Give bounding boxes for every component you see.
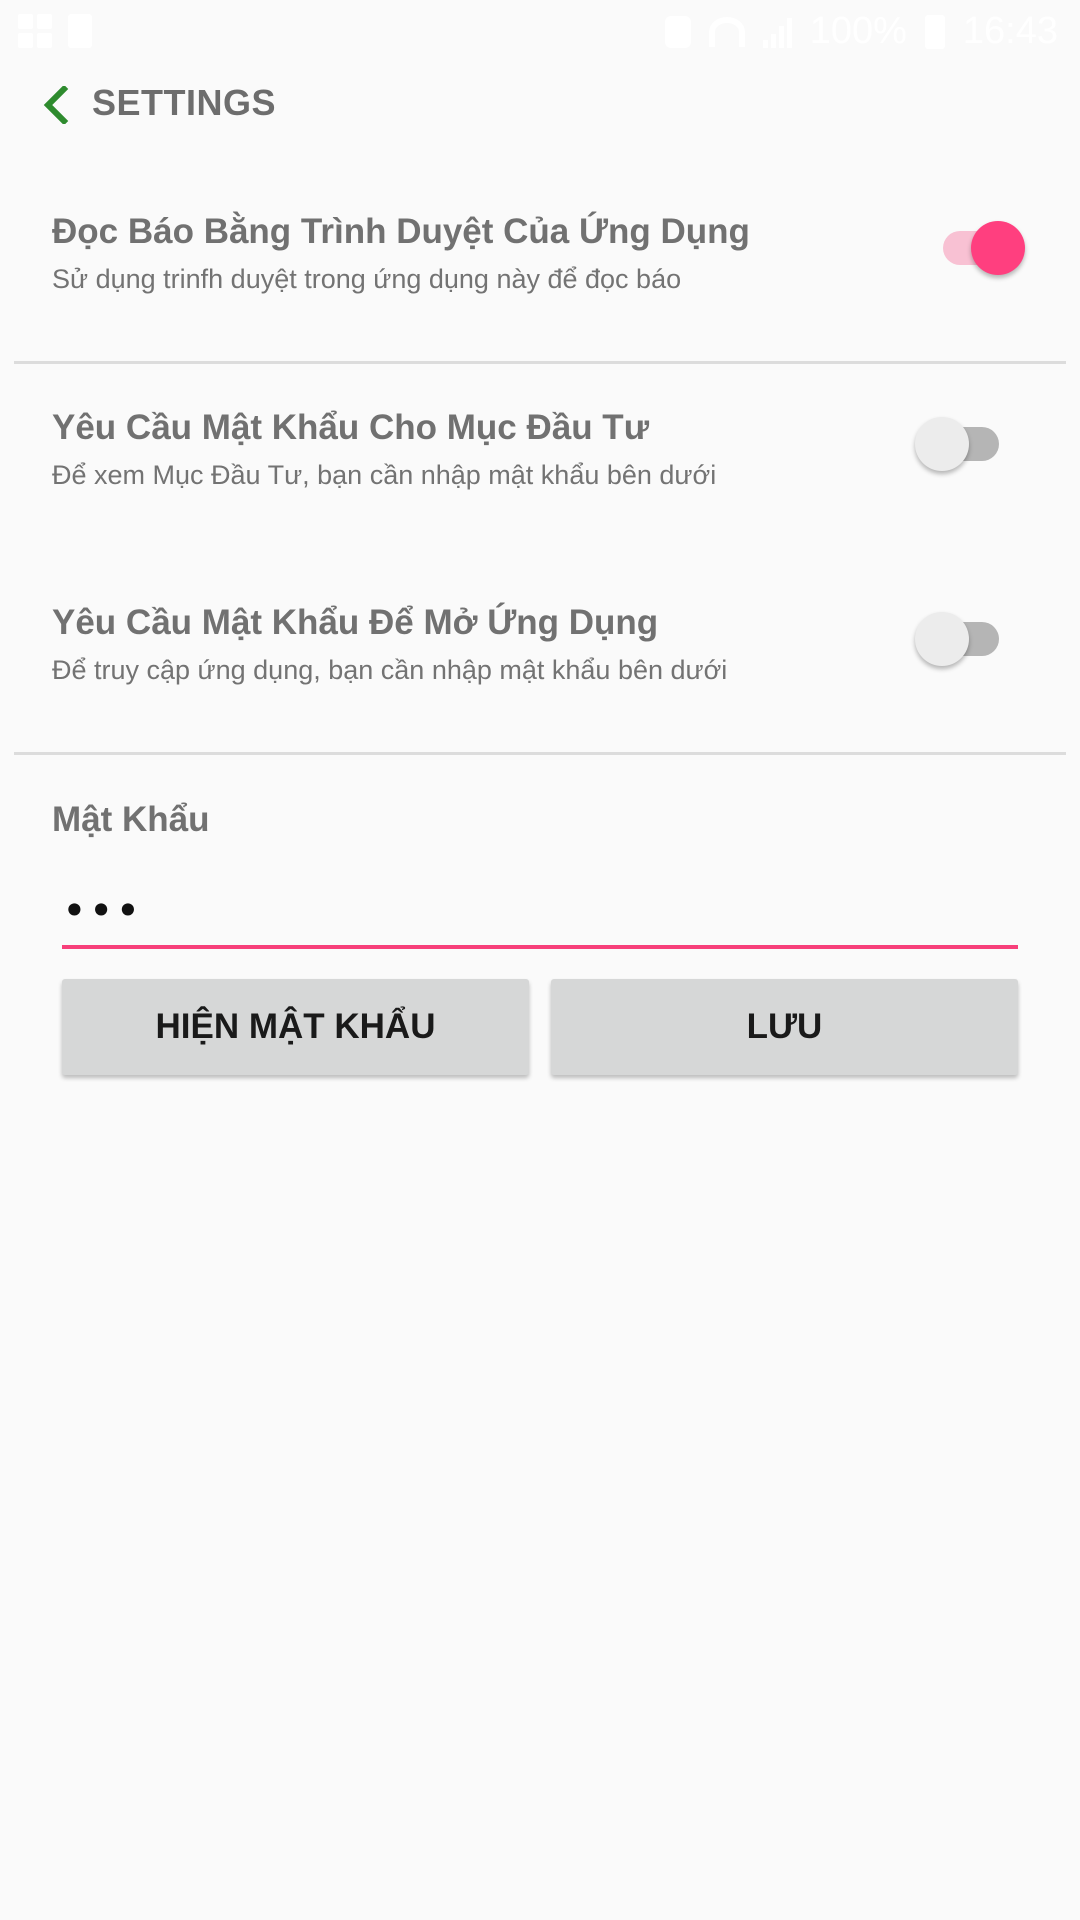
in-app-browser-toggle[interactable] [935,213,1025,275]
setting-investment-password[interactable]: Yêu Cầu Mật Khẩu Cho Mục Đầu Tư Để xem M… [0,396,1080,516]
battery-percent: 100% [809,10,907,52]
page-title: SETTINGS [92,82,277,123]
battery-icon [924,14,945,49]
password-input[interactable] [62,875,1018,949]
alarm-icon [664,15,691,48]
status-bar: 100% 16:43 [0,0,1080,64]
toggle-thumb [915,612,969,666]
chevron-left-icon[interactable] [38,84,76,126]
setting-title: Yêu Cầu Mật Khẩu Để Mở Ứng Dụng [52,603,659,642]
setting-in-app-browser[interactable]: Đọc Báo Bằng Trình Duyệt Của Ứng Dụng Sử… [0,200,1080,320]
toggle-thumb [915,417,969,471]
save-button[interactable]: LƯU [551,979,1018,1075]
password-label: Mật Khẩu [52,800,210,839]
setting-description: Để xem Mục Đầu Tư, bạn cần nhập mật khẩu… [52,460,717,490]
setting-description: Sử dụng trinfh duyệt trong ứng dụng này … [52,264,682,294]
clock: 16:43 [962,10,1058,52]
setting-title: Đọc Báo Bằng Trình Duyệt Của Ứng Dụng [52,212,750,251]
status-left [18,14,92,48]
app-password-toggle[interactable] [915,604,1005,666]
setting-description: Để truy cập ứng dụng, bạn cần nhập mật k… [52,655,728,685]
signal-icon [762,16,792,48]
status-right: 100% 16:43 [664,10,1058,53]
toggle-thumb [971,221,1025,275]
header: SETTINGS [0,70,1080,140]
divider [14,752,1066,755]
sim-card-icon [68,14,92,48]
divider [14,361,1066,364]
investment-password-toggle[interactable] [915,409,1005,471]
setting-title: Yêu Cầu Mật Khẩu Cho Mục Đầu Tư [52,408,650,447]
wifi-icon [708,16,745,47]
show-password-button[interactable]: HIỆN MẬT KHẨU [62,979,529,1075]
setting-app-password[interactable]: Yêu Cầu Mật Khẩu Để Mở Ứng Dụng Để truy … [0,591,1080,711]
app-grid-icon [18,14,52,48]
